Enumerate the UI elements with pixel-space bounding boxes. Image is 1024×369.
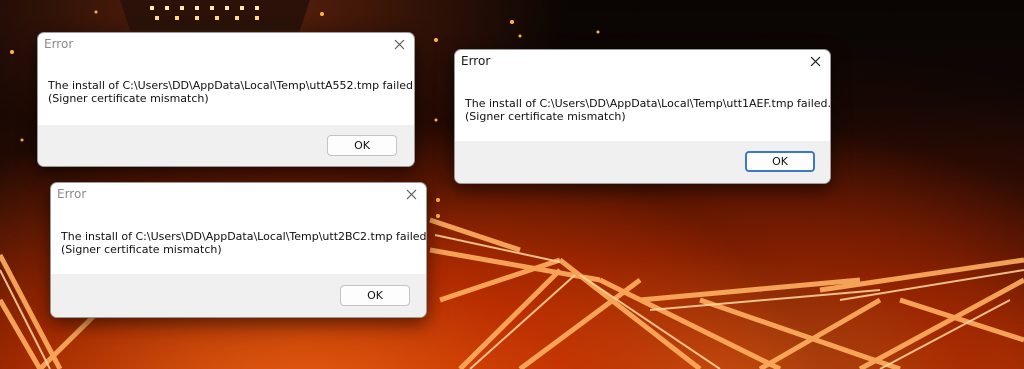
message-detail: (Signer certificate mismatch)	[465, 110, 626, 123]
dialog-title: Error	[44, 37, 74, 51]
ok-button[interactable]: OK	[745, 151, 815, 172]
close-button[interactable]	[800, 50, 830, 72]
close-icon	[394, 39, 404, 49]
error-dialog: Error The install of C:\Users\DD\AppData…	[50, 182, 427, 318]
ok-button[interactable]: OK	[340, 285, 410, 306]
dialog-footer: OK	[38, 125, 414, 166]
dialog-footer: OK	[455, 141, 830, 183]
dialog-title: Error	[461, 54, 491, 68]
ok-button[interactable]: OK	[327, 135, 397, 156]
message-detail: (Signer certificate mismatch)	[61, 243, 222, 256]
message-line: The install of C:\Users\DD\AppData\Local…	[61, 230, 427, 243]
dialog-message: The install of C:\Users\DD\AppData\Local…	[455, 72, 830, 143]
error-dialog: Error The install of C:\Users\DD\AppData…	[454, 49, 831, 184]
close-icon	[810, 56, 820, 66]
close-icon	[406, 189, 416, 199]
desktop: Error The install of C:\Users\DD\AppData…	[0, 0, 1024, 369]
message-line: The install of C:\Users\DD\AppData\Local…	[465, 97, 831, 110]
message-line: The install of C:\Users\DD\AppData\Local…	[48, 79, 415, 92]
error-dialog: Error The install of C:\Users\DD\AppData…	[37, 32, 415, 167]
close-button[interactable]	[384, 33, 414, 55]
close-button[interactable]	[396, 183, 426, 205]
dialog-message: The install of C:\Users\DD\AppData\Local…	[51, 205, 426, 276]
dialog-title: Error	[57, 187, 87, 201]
dialog-message: The install of C:\Users\DD\AppData\Local…	[38, 55, 414, 127]
dialog-titlebar[interactable]: Error	[455, 50, 830, 72]
message-detail: (Signer certificate mismatch)	[48, 92, 209, 105]
dialog-titlebar[interactable]: Error	[51, 183, 426, 205]
dialog-titlebar[interactable]: Error	[38, 33, 414, 55]
dialog-footer: OK	[51, 274, 426, 317]
